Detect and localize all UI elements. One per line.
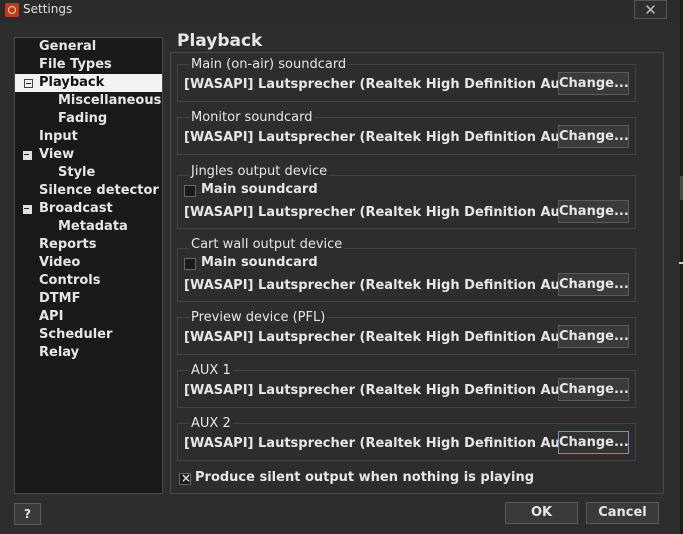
tree-item-broadcast[interactable]: Broadcast [39, 200, 113, 218]
tree-item-general[interactable]: General [39, 38, 96, 56]
collapse-icon[interactable] [24, 79, 33, 88]
tree-item-metadata[interactable]: Metadata [58, 218, 128, 236]
device-name: [WASAPI] Lautsprecher (Realtek High Defi… [184, 330, 589, 345]
tree-item-fading[interactable]: Fading [58, 110, 107, 128]
change-aux2-button[interactable]: Change... [558, 431, 629, 454]
tree-item-video[interactable]: Video [39, 254, 80, 272]
tree-item-relay[interactable]: Relay [39, 344, 79, 362]
title-bar: Settings ✕ [0, 0, 683, 22]
change-preview-device-button[interactable]: Change... [558, 325, 629, 348]
jingles-main-soundcard-checkbox[interactable] [184, 185, 196, 197]
collapse-icon[interactable] [23, 205, 32, 214]
tree-item-playback[interactable]: Playback [15, 74, 162, 92]
help-button[interactable]: ? [14, 503, 41, 525]
group-label: Cart wall output device [189, 237, 345, 252]
device-name: [WASAPI] Lautsprecher (Realtek High Defi… [184, 383, 589, 398]
device-name: [WASAPI] Lautsprecher (Realtek High Defi… [184, 205, 589, 220]
close-button[interactable]: ✕ [634, 0, 667, 19]
tree-item-silence-detector[interactable]: Silence detector [39, 182, 159, 200]
cancel-button[interactable]: Cancel [586, 502, 659, 524]
tree-item-reports[interactable]: Reports [39, 236, 96, 254]
change-aux1-button[interactable]: Change... [558, 378, 629, 401]
silent-output-checkbox[interactable] [179, 471, 191, 485]
tree-item-input[interactable]: Input [39, 128, 78, 146]
device-name: [WASAPI] Lautsprecher (Realtek High Defi… [184, 130, 589, 145]
tree-item-file-types[interactable]: File Types [39, 56, 112, 74]
tree-item-style[interactable]: Style [58, 164, 95, 182]
tree-item-dtmf[interactable]: DTMF [39, 290, 80, 308]
group-label: AUX 2 [189, 416, 233, 431]
silent-output-label: Produce silent output when nothing is pl… [195, 470, 535, 485]
tree-item-scheduler[interactable]: Scheduler [39, 326, 112, 344]
group-label: Jingles output device [189, 164, 330, 179]
tree-item-playback-label: Playback [39, 75, 105, 90]
tree-item-api[interactable]: API [39, 308, 63, 326]
page-title: Playback [177, 31, 263, 51]
collapse-icon[interactable] [23, 151, 32, 160]
tree-item-view[interactable]: View [39, 146, 74, 164]
background-dash [679, 262, 683, 264]
cartwall-main-soundcard-checkbox[interactable] [184, 258, 196, 270]
change-main-soundcard-button[interactable]: Change... [558, 72, 629, 95]
checkbox-label: Main soundcard [201, 255, 318, 270]
device-name: [WASAPI] Lautsprecher (Realtek High Defi… [184, 436, 589, 451]
group-label: Monitor soundcard [189, 110, 315, 125]
app-logo-icon [5, 3, 19, 17]
window-title: Settings [23, 2, 73, 16]
ok-button[interactable]: OK [505, 502, 578, 524]
device-name: [WASAPI] Lautsprecher (Realtek High Defi… [184, 77, 589, 92]
change-monitor-soundcard-button[interactable]: Change... [558, 125, 629, 148]
tree-item-controls[interactable]: Controls [39, 272, 100, 290]
group-label: AUX 1 [189, 363, 233, 378]
group-label: Main (on-air) soundcard [189, 57, 349, 72]
change-jingles-device-button[interactable]: Change... [558, 200, 629, 223]
tree-item-miscellaneous[interactable]: Miscellaneous [58, 92, 161, 110]
group-label: Preview device (PFL) [189, 310, 328, 325]
device-name: [WASAPI] Lautsprecher (Realtek High Defi… [184, 278, 589, 293]
change-cartwall-device-button[interactable]: Change... [558, 273, 629, 296]
checkbox-label: Main soundcard [201, 182, 318, 197]
